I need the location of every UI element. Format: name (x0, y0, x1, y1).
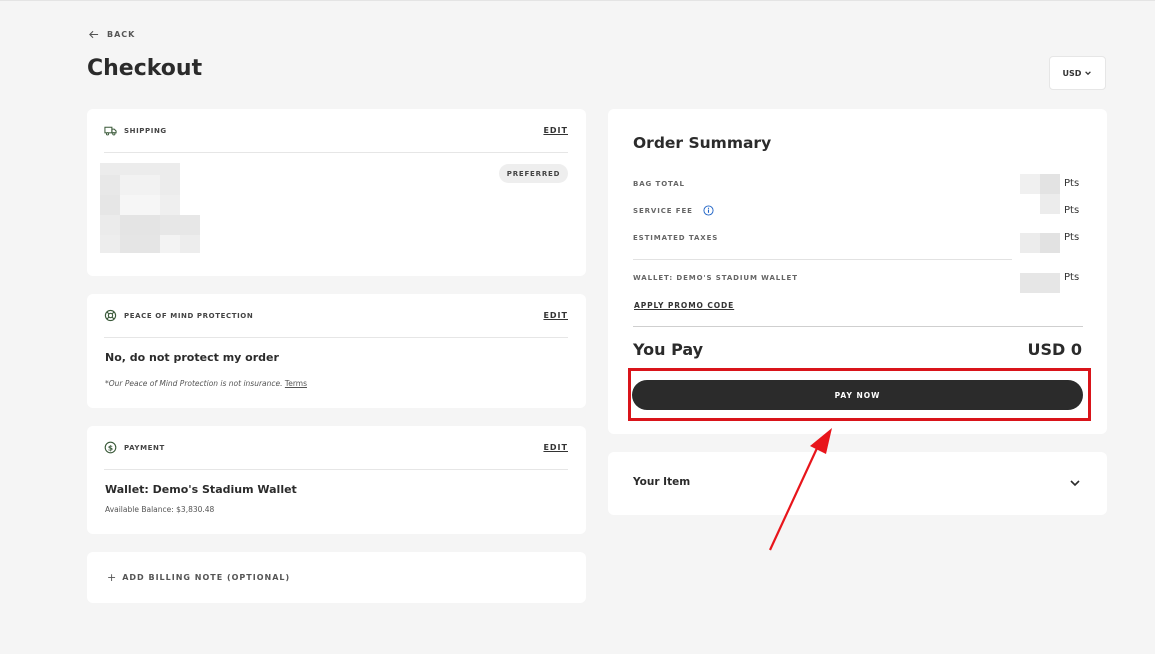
preferred-badge: PREFERRED (499, 164, 568, 183)
wallet-value-blurred (1020, 273, 1060, 293)
terms-link[interactable]: Terms (285, 379, 307, 388)
back-label: BACK (107, 30, 136, 39)
shipping-header: SHIPPING EDIT (104, 109, 568, 153)
address-blurred (100, 163, 200, 253)
add-billing-note-button[interactable]: + ADD BILLING NOTE (OPTIONAL) (107, 572, 290, 583)
service-fee-value-blurred (1040, 194, 1060, 214)
protection-title: PEACE OF MIND PROTECTION (124, 311, 254, 320)
shipping-title: SHIPPING (124, 126, 167, 135)
annotation-arrow-icon (769, 428, 832, 551)
back-link[interactable]: BACK (88, 29, 135, 40)
payment-header: $ PAYMENT EDIT (104, 426, 568, 470)
bag-total-label: BAG TOTAL (633, 180, 685, 188)
bag-total-unit: Pts (1064, 178, 1080, 189)
protection-note: *Our Peace of Mind Protection is not ins… (105, 379, 307, 388)
taxes-value-blurred (1020, 233, 1060, 253)
pay-now-button[interactable]: PAY NOW (632, 380, 1083, 410)
plus-icon: + (107, 571, 117, 584)
wallet-unit: Pts (1064, 272, 1080, 283)
currency-value: USD (1062, 68, 1082, 78)
wallet-label: WALLET: DEMO'S STADIUM WALLET (633, 274, 798, 282)
payment-method: Wallet: Demo's Stadium Wallet (105, 483, 297, 496)
total-amount: USD 0 (1027, 340, 1083, 359)
lifebuoy-icon (104, 309, 117, 322)
total-divider (633, 326, 1083, 327)
svg-text:$: $ (108, 443, 113, 452)
wallet-balance: Available Balance: $3,830.48 (105, 505, 215, 514)
apply-promo-code-link[interactable]: APPLY PROMO CODE (634, 301, 734, 310)
shipping-edit-link[interactable]: EDIT (543, 126, 568, 135)
info-icon[interactable] (703, 205, 714, 216)
service-fee-unit: Pts (1064, 205, 1080, 216)
you-pay-label: You Pay (633, 340, 704, 359)
chevron-down-icon (1085, 71, 1092, 76)
currency-select[interactable]: USD (1049, 56, 1106, 90)
your-item-title: Your Item (633, 476, 691, 488)
top-border (0, 0, 1155, 1)
chevron-down-icon[interactable] (1069, 478, 1081, 488)
dollar-circle-icon: $ (104, 441, 117, 454)
protection-selection: No, do not protect my order (105, 351, 279, 364)
protection-edit-link[interactable]: EDIT (543, 311, 568, 320)
protection-header: PEACE OF MIND PROTECTION EDIT (104, 294, 568, 338)
order-summary-title: Order Summary (633, 134, 772, 152)
payment-edit-link[interactable]: EDIT (543, 443, 568, 452)
protection-disclaimer: *Our Peace of Mind Protection is not ins… (105, 379, 283, 388)
summary-divider (633, 259, 1012, 260)
page-title: Checkout (87, 56, 203, 81)
payment-title: PAYMENT (124, 443, 165, 452)
arrow-left-icon (89, 30, 99, 39)
billing-note-label: ADD BILLING NOTE (OPTIONAL) (122, 573, 291, 582)
estimated-taxes-label: ESTIMATED TAXES (633, 234, 719, 242)
truck-icon (104, 126, 117, 136)
bag-total-value-blurred (1020, 174, 1060, 194)
service-fee-label: SERVICE FEE (633, 207, 693, 215)
taxes-unit: Pts (1064, 232, 1080, 243)
payment-card: $ PAYMENT EDIT (87, 426, 586, 534)
